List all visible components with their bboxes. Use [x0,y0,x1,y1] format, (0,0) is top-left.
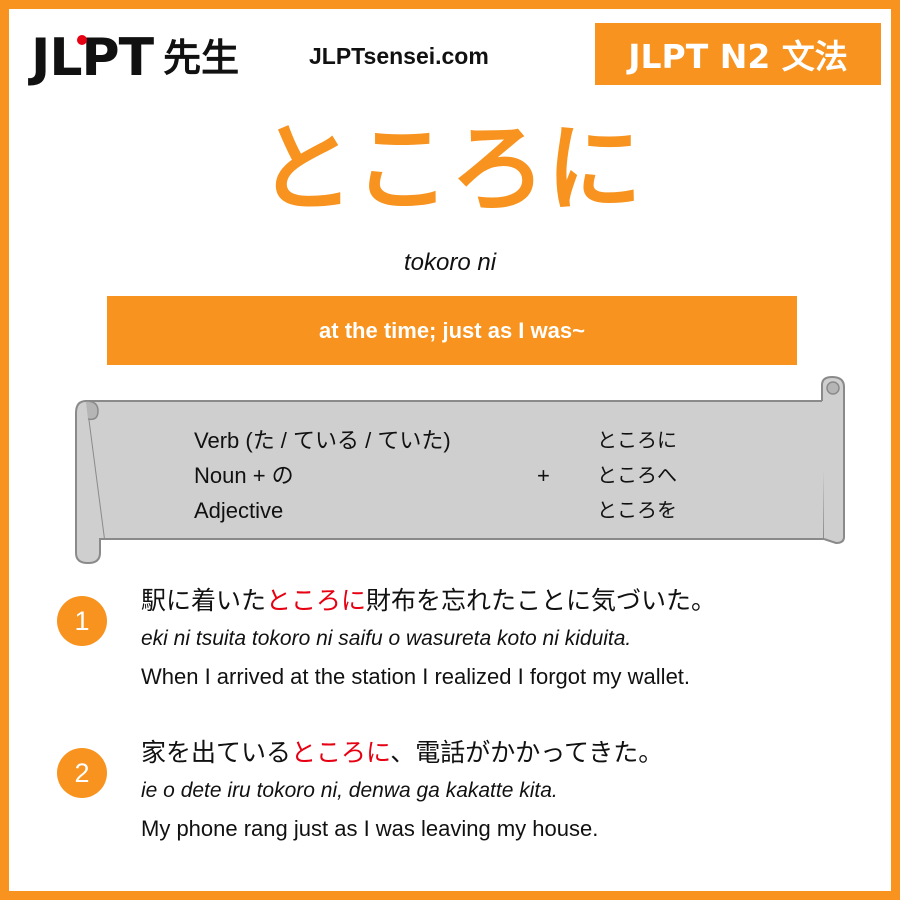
formation-plus-sign: + [537,463,550,488]
form-tokoro-ni: ところに [597,428,677,452]
example-english: My phone rang just as I was leaving my h… [141,816,599,841]
site-url[interactable]: JLPTsensei.com [309,43,489,70]
logo-kanji: 先生 [163,36,240,80]
level-badge: JLPT N2 文法 [595,23,881,85]
example-japanese-highlight: ところに [291,738,391,767]
scroll-banner-graphic [75,375,845,565]
example-japanese: 駅に着いたところに財布を忘れたことに気づいた。 [141,581,716,617]
form-tokoro-e: ところへ [597,463,677,487]
example-japanese-highlight: ところに [266,586,367,615]
site-logo[interactable]: JLPT 先生 [31,27,239,89]
formation-scroll: Verb (た / ている / ていた) Noun + の Adjective … [64,371,854,571]
example-romaji: eki ni tsuita tokoro ni saifu o wasureta… [141,627,632,650]
example-japanese-before: 家を出ている [141,738,292,767]
formation-row-verb: Verb (た / ている / ていた) [194,428,451,453]
example-romaji: ie o dete iru tokoro ni, denwa ga kakatt… [141,779,558,802]
example-japanese: 家を出ているところに、電話がかかってきた。 [141,733,663,769]
grammar-title: ところに [258,113,642,225]
page-frame: JLPT 先生 JLPTsensei.com JLPT N2 文法 ところに t… [0,0,900,900]
example-japanese-after: 、電話がかかってきた。 [390,738,664,767]
logo-text: JLPT [31,28,154,88]
example-japanese-before: 駅に着いた [141,586,267,615]
grammar-romaji: tokoro ni [403,249,497,276]
example-japanese-after: 財布を忘れたことに気づいた。 [366,586,717,615]
example-english: When I arrived at the station I realized… [141,664,691,689]
logo-red-dot [77,35,87,45]
formation-row-adjective: Adjective [194,498,284,523]
example-number-badge: 1 [57,596,107,646]
form-tokoro-wo: ところを [597,498,677,522]
formation-row-noun: Noun + の [194,463,294,488]
formation-list: Verb (た / ている / ていた) Noun + の Adjective [194,423,451,528]
example-number-badge: 2 [57,748,107,798]
meaning-bar: at the time; just as I was~ [107,296,797,365]
formation-forms: ところに ところへ ところを [597,423,677,528]
